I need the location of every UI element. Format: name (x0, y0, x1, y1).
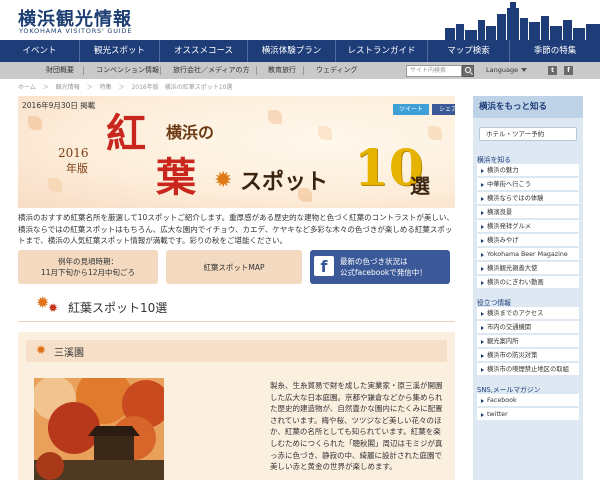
autumn-map-label: 紅葉スポットMAP (203, 263, 265, 272)
breadcrumb-current: 2016年版 横浜の紅葉スポット10選 (131, 84, 233, 91)
sidebar-link[interactable]: 市内の交通機関 (477, 321, 579, 334)
hero-year: 2016 (58, 146, 89, 160)
maple-leaf-decoration (428, 126, 442, 140)
nav-events[interactable]: イベント (0, 40, 80, 62)
sidebar-link[interactable]: twitter (477, 408, 579, 421)
hero-edition: 年版 (66, 162, 88, 175)
nav-restaurants[interactable]: レストランガイド (336, 40, 428, 62)
subnav-divider (303, 66, 304, 75)
sankeien-photo (34, 378, 164, 480)
spot-title: 三溪園 (54, 348, 84, 359)
facebook-share-button[interactable]: シェア (432, 104, 455, 115)
city-skyline-image (445, 2, 600, 40)
tweet-button[interactable]: ツイート (393, 104, 429, 115)
subnav-convention[interactable]: コンベンション情報 (96, 62, 159, 79)
sidebar-title: 横浜をもっと知る (473, 96, 583, 118)
sidebar-link[interactable]: 横浜の魅力 (477, 164, 579, 177)
maple-leaf-decoration (28, 116, 42, 130)
facebook-updates-button[interactable]: f 最新の色づき状況は 公式facebookで発信中！ (310, 250, 450, 284)
breadcrumb-separator: ＞ (118, 84, 125, 91)
facebook-icon[interactable]: f (564, 66, 573, 75)
hero-banner: 2016年9月30日 掲載 ツイート シェア 2016 年版 紅 横浜の 葉 ✹… (18, 96, 455, 208)
subnav-divider (83, 66, 84, 75)
sidebar-link[interactable]: 横浜のにぎわい動画 (477, 276, 579, 289)
breadcrumb-separator: ＞ (86, 84, 93, 91)
breadcrumb-separator: ＞ (42, 84, 49, 91)
sidebar-link[interactable]: 中華街へ行こう (477, 178, 579, 191)
hero-title-beni: 紅 (106, 110, 146, 157)
nav-spots[interactable]: 観光スポット (80, 40, 160, 62)
nav-map[interactable]: マップ検索 (428, 40, 510, 62)
sidebar-link[interactable]: 横浜ならではの体験 (477, 192, 579, 205)
sidebar-link[interactable]: 横浜市の防災対策 (477, 349, 579, 362)
sidebar-link[interactable]: 横浜までのアクセス (477, 307, 579, 320)
sidebar-link[interactable]: 横浜観光親善大使 (477, 262, 579, 275)
peak-season-value: 11月下旬から12月中旬ごろ (40, 268, 136, 277)
breadcrumb-home[interactable]: ホーム (18, 84, 36, 91)
sub-navigation: 財団概要 コンベンション情報 旅行会社／メディアの方 教育旅行 ウェディング サ… (0, 62, 600, 79)
hotel-tour-booking-link[interactable]: ホテル・ツアー予約 (479, 127, 577, 141)
spot-card: ✹ 三溪園 製糸、生糸貿易で財を成した実業家・原三溪が開園した広大な日本庭園。京… (18, 332, 455, 480)
sidebar: 横浜をもっと知る ホテル・ツアー予約 横浜を知る 横浜の魅力 中華街へ行こう 横… (473, 96, 583, 480)
subnav-divider (160, 66, 161, 75)
subnav-media[interactable]: 旅行会社／メディアの方 (173, 62, 250, 79)
chevron-down-icon (521, 68, 528, 72)
language-label: Language (486, 66, 519, 74)
subnav-divider (256, 66, 257, 75)
site-logo-subtitle: YOKOHAMA VISITORS' GUIDE (19, 27, 133, 35)
language-selector[interactable]: Language (486, 62, 528, 79)
peak-season-info: 例年の見頃時期： 11月下旬から12月中旬ごろ (18, 250, 158, 284)
maple-leaf-icon: ✹ (214, 168, 233, 193)
maple-leaf-decoration (48, 178, 62, 192)
facebook-updates-line2: 公式facebookで発信中！ (340, 268, 427, 277)
twitter-icon[interactable]: t (548, 66, 557, 75)
spot-card-header: ✹ 三溪園 (26, 340, 447, 362)
maple-leaf-icon: ✹ (48, 301, 59, 315)
sidebar-category-sns: SNS,メールマガジン (477, 386, 541, 394)
subnav-education[interactable]: 教育旅行 (268, 62, 296, 79)
page: 横浜観光情報 YOKOHAMA VISITORS' GUIDE イベント 観光ス… (0, 0, 600, 480)
site-header: 横浜観光情報 YOKOHAMA VISITORS' GUIDE (0, 0, 600, 40)
maple-leaf-icon: ✹ (36, 343, 47, 357)
hero-title-ha: 葉 (156, 154, 196, 201)
spot-description: 製糸、生糸貿易で財を成した実業家・原三溪が開園した広大な日本庭園。京都や鎌倉など… (270, 381, 443, 472)
subnav-wedding[interactable]: ウェディング (316, 62, 358, 79)
publish-date: 2016年9月30日 掲載 (22, 101, 96, 110)
sidebar-category-info: 役立つ情報 (477, 299, 511, 307)
breadcrumb: ホーム ＞ 観光情報 ＞ 特集 ＞ 2016年版 横浜の紅葉スポット10選 (18, 82, 237, 92)
site-search-input[interactable]: サイト内検索 (406, 64, 462, 77)
hero-title-sen: 選 (410, 174, 430, 198)
main-navigation: イベント 観光スポット オススメコース 横浜体験プラン レストランガイド マップ… (0, 40, 600, 62)
peak-season-label: 例年の見頃時期： (58, 257, 118, 266)
maple-leaf-decoration (318, 126, 332, 140)
section-heading: ✹ ✹ 紅葉スポット10選 (18, 290, 455, 322)
subnav-about[interactable]: 財団概要 (46, 62, 74, 79)
breadcrumb-sightseeing[interactable]: 観光情報 (56, 84, 80, 91)
section-title: 紅葉スポット10選 (68, 301, 168, 315)
intro-text: 横浜のおすすめ紅葉名所を厳選して10スポットご紹介します。重厚感がある歴史的な建… (18, 213, 454, 246)
maple-leaf-decoration (268, 110, 282, 124)
breadcrumb-features[interactable]: 特集 (100, 84, 112, 91)
autumn-map-button[interactable]: 紅葉スポットMAP (166, 250, 302, 284)
hero-title-yokohama: 横浜の (166, 123, 215, 142)
sidebar-link[interactable]: 横浜みやげ (477, 234, 579, 247)
sidebar-link[interactable]: 横浜市の喫煙禁止地区の取組 (477, 363, 579, 376)
nav-courses[interactable]: オススメコース (160, 40, 248, 62)
nav-plans[interactable]: 横浜体験プラン (248, 40, 336, 62)
sidebar-link[interactable]: 横浜発祥グルメ (477, 220, 579, 233)
sidebar-link[interactable]: Facebook (477, 394, 579, 407)
sidebar-link[interactable]: 横濱良景 (477, 206, 579, 219)
search-button[interactable] (462, 64, 474, 77)
facebook-updates-line1: 最新の色づき状況は (340, 257, 408, 266)
sidebar-link[interactable]: 観光案内所 (477, 335, 579, 348)
sidebar-category-learn: 横浜を知る (477, 156, 511, 164)
facebook-icon: f (314, 256, 334, 276)
hero-title-spot: スポット (240, 169, 329, 195)
sidebar-link[interactable]: Yokohama Beer Magazine (477, 248, 579, 261)
nav-seasonal[interactable]: 季節の特集 (510, 40, 600, 62)
